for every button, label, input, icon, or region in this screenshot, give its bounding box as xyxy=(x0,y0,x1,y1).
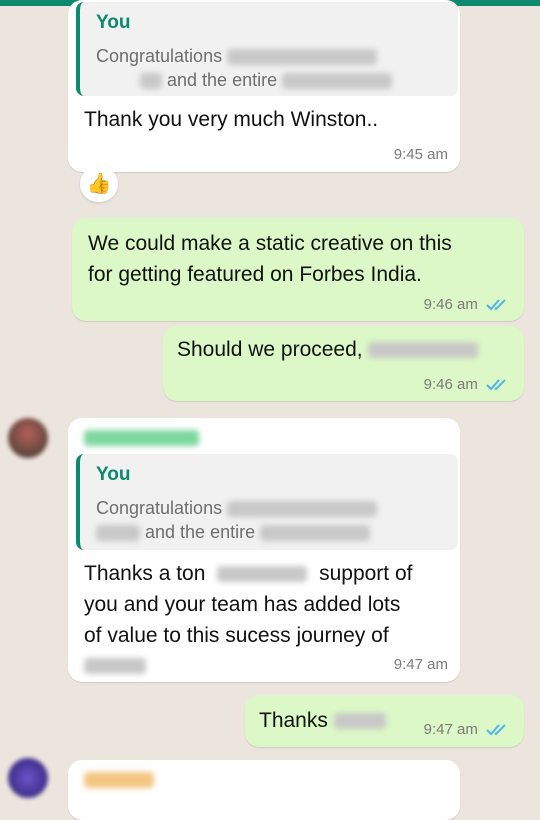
message-meta: 9:47 am xyxy=(424,721,512,738)
message-time: 9:46 am xyxy=(423,296,478,313)
outgoing-message[interactable]: Thanks 9:47 am xyxy=(245,695,524,747)
redacted-sender-name xyxy=(84,772,154,788)
message-text-line: Thanks a ton support of xyxy=(84,558,413,589)
quoted-text: and the entire xyxy=(167,70,278,90)
incoming-message[interactable] xyxy=(68,760,460,820)
redacted-name xyxy=(217,566,308,583)
message-text: Thank you very much Winston.. xyxy=(84,108,379,131)
outgoing-message[interactable]: We could make a static creative on this … xyxy=(72,218,524,321)
quoted-reply[interactable]: You Congratulations and the entire xyxy=(76,2,458,96)
quoted-author: You xyxy=(96,12,131,33)
redacted-name xyxy=(84,658,146,674)
quoted-text-line: Congratulations xyxy=(96,498,378,519)
redacted-name xyxy=(368,342,479,359)
message-text-line: We could make a static creative on this xyxy=(88,232,452,255)
quoted-text: Congratulations xyxy=(96,46,223,66)
sender-avatar[interactable] xyxy=(8,758,48,798)
quoted-author: You xyxy=(96,464,131,485)
message-meta: 9:46 am xyxy=(424,376,512,393)
message-text-line: Thanks xyxy=(259,705,386,736)
double-check-read-icon xyxy=(486,379,506,391)
double-check-read-icon xyxy=(486,299,506,311)
redacted-name xyxy=(333,713,386,730)
message-text: Thanks a ton xyxy=(84,562,206,585)
message-time: 9:46 am xyxy=(423,376,478,393)
message-text-line: of value to this sucess journey of xyxy=(84,624,389,647)
redacted-name xyxy=(227,49,378,66)
message-text: Thanks xyxy=(259,709,328,732)
message-meta: 9:46 am xyxy=(424,296,512,313)
quoted-text-line: Congratulations xyxy=(96,46,378,67)
message-time: 9:45 am xyxy=(393,146,448,163)
incoming-message[interactable]: You Congratulations and the entire Thank… xyxy=(68,418,460,682)
sender-avatar[interactable] xyxy=(8,418,48,458)
message-time: 9:47 am xyxy=(423,721,478,738)
message-text-line: you and your team has added lots xyxy=(84,593,401,616)
message-text: support of xyxy=(319,562,413,585)
redacted-name xyxy=(140,73,162,90)
redacted-name xyxy=(96,525,140,542)
quoted-text: and the entire xyxy=(145,522,256,542)
quoted-text-line: and the entire xyxy=(96,522,371,543)
redacted-name xyxy=(282,73,393,90)
redacted-name xyxy=(260,525,371,542)
quoted-text-line: and the entire xyxy=(140,70,393,91)
message-text-line: Should we proceed, xyxy=(177,334,479,365)
redacted-sender-name xyxy=(84,430,199,446)
message-time: 9:47 am xyxy=(393,656,448,673)
redacted-name xyxy=(227,501,378,518)
incoming-message[interactable]: You Congratulations and the entire Thank… xyxy=(68,0,460,172)
double-check-read-icon xyxy=(486,724,506,736)
quoted-text: Congratulations xyxy=(96,498,223,518)
message-text-line: for getting featured on Forbes India. xyxy=(88,263,422,286)
outgoing-message[interactable]: Should we proceed, 9:46 am xyxy=(163,326,524,401)
thumbs-up-reaction-icon[interactable]: 👍 xyxy=(80,166,118,202)
quoted-reply[interactable]: You Congratulations and the entire xyxy=(76,454,458,550)
message-text: Should we proceed, xyxy=(177,338,363,361)
